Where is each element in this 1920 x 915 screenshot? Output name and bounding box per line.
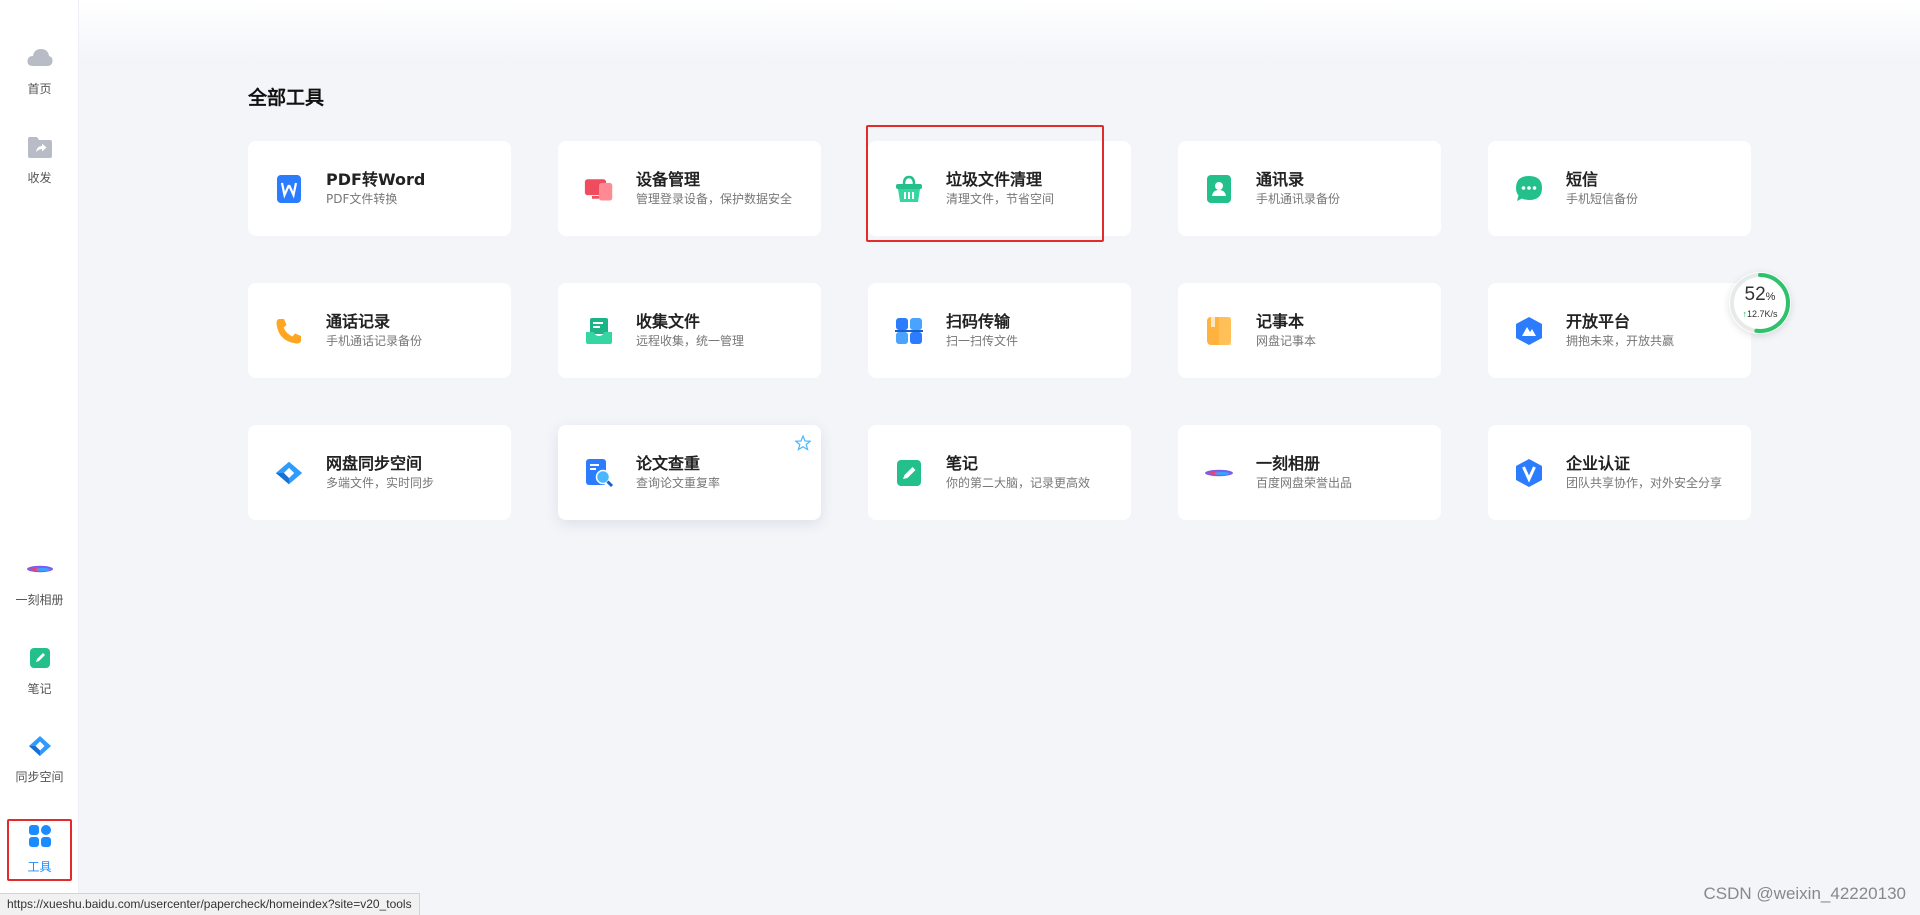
tool-card-scan[interactable]: 扫码传输扫一扫传文件 [868,283,1131,378]
sidebar-item-label: 工具 [27,860,52,874]
tools-grid-icon [26,822,54,850]
sidebar-item-label: 收发 [27,171,52,185]
speed-percent: 52% [1744,284,1776,305]
sync-icon [26,732,54,760]
tool-title: 开放平台 [1566,312,1631,331]
top-shade [79,0,1920,60]
device-icon [584,174,614,204]
star-icon[interactable] [794,434,812,451]
paper-check-icon [584,458,614,488]
sidebar-item-label: 一刻相册 [15,593,64,607]
sidebar-item-label: 同步空间 [15,770,64,784]
tool-card-collect[interactable]: 收集文件远程收集，统一管理 [558,283,821,378]
tool-card-pdf-word[interactable]: PDF转Word PDF文件转换 [248,141,511,236]
tool-subtitle: 扫一扫传文件 [946,334,1019,348]
tool-title: 垃圾文件清理 [946,170,1043,189]
tool-subtitle: 远程收集，统一管理 [636,334,745,348]
trash-basket-icon [894,174,924,204]
sidebar-item-label: 笔记 [27,682,52,696]
sync-space-icon [274,458,304,488]
speed-rate: ↑12.7K/s [1742,309,1778,319]
open-platform-icon [1514,316,1544,346]
tool-title: 企业认证 [1566,454,1631,473]
page-title: 全部工具 [248,87,325,109]
status-url: https://xueshu.baidu.com/usercenter/pape… [0,893,420,915]
sidebar: 首页 收发 一刻相册 笔记 同步空间 工具 [0,0,79,915]
tool-subtitle: 网盘记事本 [1256,334,1317,348]
tool-title: 收集文件 [636,312,701,331]
tool-card-device[interactable]: 设备管理管理登录设备，保护数据安全 [558,141,821,236]
tool-title: 一刻相册 [1256,454,1321,473]
sidebar-item-label: 首页 [27,82,52,96]
tool-card-junk-clean[interactable]: 垃圾文件清理清理文件，节省空间 [868,141,1131,236]
scan-icon [894,316,924,346]
sidebar-item-album[interactable]: 一刻相册 [0,555,79,625]
tool-title: 设备管理 [636,170,701,189]
tool-subtitle: 查询论文重复率 [636,476,721,490]
tool-subtitle: 你的第二大脑，记录更高效 [946,476,1091,490]
pdf-word-icon [274,174,304,204]
album-icon [26,555,54,583]
watermark: CSDN @weixin_42220130 [1703,884,1906,903]
enterprise-v-icon [1514,458,1544,488]
tool-card-call-log[interactable]: 通话记录手机通话记录备份 [248,283,511,378]
tool-title: 通讯录 [1256,170,1305,189]
tool-title: 网盘同步空间 [326,454,423,473]
tool-subtitle: 百度网盘荣誉出品 [1256,476,1353,490]
phone-icon [274,316,304,346]
tool-title: 扫码传输 [946,312,1011,331]
tool-card-paper-check[interactable]: 论文查重查询论文重复率 [558,425,821,520]
tool-title: 记事本 [1256,312,1305,331]
tool-subtitle: PDF文件转换 [326,192,398,206]
sms-icon [1514,174,1544,204]
notepad-icon [1204,316,1234,346]
tool-card-sms[interactable]: 短信 手机短信备份 [1488,141,1751,236]
tool-subtitle: 拥抱未来，开放共赢 [1566,334,1675,348]
tool-subtitle: 团队共享协作，对外安全分享 [1566,476,1723,490]
tool-card-contacts[interactable]: 通讯录手机通讯录备份 [1178,141,1441,236]
tool-subtitle: 手机通话记录备份 [326,334,423,348]
tool-card-album[interactable]: 一刻相册百度网盘荣誉出品 [1178,425,1441,520]
tool-subtitle: 管理登录设备，保护数据安全 [636,192,793,206]
tool-card-open-platform[interactable]: 开放平台拥抱未来，开放共赢 [1488,283,1751,378]
tool-card-enterprise[interactable]: 企业认证团队共享协作，对外安全分享 [1488,425,1751,520]
speed-widget[interactable]: 52% ↑12.7K/s [1729,272,1791,334]
tool-title: 笔记 [946,454,979,473]
tool-subtitle: 多端文件，实时同步 [326,476,435,490]
sidebar-item-tools[interactable]: 工具 [0,822,79,892]
note-icon [26,644,54,672]
note-pen-icon [894,458,924,488]
sidebar-item-notes[interactable]: 笔记 [0,644,79,714]
tool-card-sync-space[interactable]: 网盘同步空间多端文件，实时同步 [248,425,511,520]
tool-title: 通话记录 [326,312,391,331]
tool-card-notepad[interactable]: 记事本 网盘记事本 [1178,283,1441,378]
tool-subtitle: 手机短信备份 [1566,192,1639,206]
album-icon [1204,458,1234,488]
sidebar-item-share[interactable]: 收发 [0,133,79,203]
tool-title: 短信 [1566,170,1599,189]
tool-card-notes[interactable]: 笔记你的第二大脑，记录更高效 [868,425,1131,520]
tool-subtitle: 手机通讯录备份 [1256,192,1341,206]
sidebar-item-home[interactable]: 首页 [0,44,79,114]
sidebar-item-sync[interactable]: 同步空间 [0,732,79,802]
collect-icon [584,316,614,346]
tool-title: PDF转Word [326,170,426,189]
tool-subtitle: 清理文件，节省空间 [946,192,1055,206]
tool-title: 论文查重 [636,454,701,473]
cloud-icon [26,44,54,72]
share-folder-icon [26,133,54,161]
contacts-icon [1204,174,1234,204]
